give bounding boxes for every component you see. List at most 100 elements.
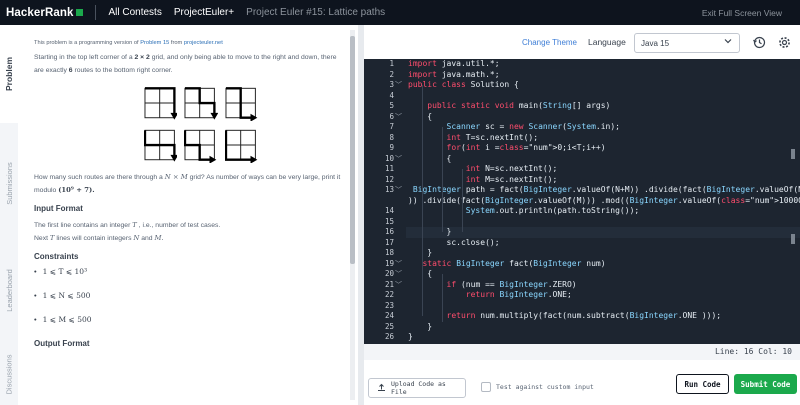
- fold-chevron-icon[interactable]: ﹀: [395, 112, 405, 123]
- fold-chevron-icon[interactable]: ﹀: [395, 259, 405, 270]
- lattice-path-1: [144, 87, 178, 120]
- code-line: 11 int N=sc.nextInt();: [364, 164, 800, 175]
- question-text-a: How many such routes are there through a: [34, 174, 163, 181]
- output-format-heading: Output Format: [34, 339, 90, 348]
- line-number: 16: [384, 227, 394, 236]
- editor-scroll-marker[interactable]: [791, 149, 795, 159]
- problem-scrollbar[interactable]: [350, 30, 355, 400]
- submit-code-button[interactable]: Submit Code: [734, 374, 797, 394]
- code-text: Scanner sc = new Scanner(System.in);: [446, 122, 620, 131]
- code-text: return BigInteger.ONE;: [465, 290, 572, 299]
- tab-problem[interactable]: Problem: [0, 25, 18, 123]
- constraint-item: 1 ⩽ M ⩽ 500: [34, 315, 348, 324]
- code-line: 7 Scanner sc = new Scanner(System.in);: [364, 122, 800, 133]
- line-number: 4: [389, 90, 394, 100]
- code-text: }: [408, 332, 413, 341]
- custom-input-option[interactable]: Test against custom input: [481, 382, 594, 392]
- line-number: 20: [384, 269, 394, 278]
- nav-all-contests[interactable]: All Contests: [108, 7, 161, 18]
- code-line: 10 ﹀ {: [364, 154, 800, 165]
- code-line: 20 ﹀ {: [364, 269, 800, 280]
- input-line2-and: and: [141, 235, 153, 242]
- code-text: if (num == BigInteger.ZERO): [446, 279, 577, 289]
- code-line: 4: [364, 91, 800, 102]
- code-text: {: [408, 111, 433, 121]
- line-number: 1: [389, 59, 394, 68]
- code-line: 3﹀public class Solution {: [364, 80, 800, 91]
- tab-discussions[interactable]: Discussions: [0, 343, 18, 405]
- editor-actions: Upload Code as File Test against custom …: [364, 360, 800, 405]
- fold-chevron-icon[interactable]: ﹀: [395, 154, 405, 165]
- code-editor[interactable]: 1 import java.util.*; 2 import java.math.*;…: [364, 59, 800, 344]
- problem-15-link[interactable]: Problem 15: [140, 40, 169, 46]
- intro-grid-size: 2 × 2: [134, 54, 150, 61]
- constraint-item: 1 ⩽ N ⩽ 500: [34, 291, 348, 300]
- input-line1-text-a: The first line contains an integer: [34, 222, 131, 229]
- change-theme-button[interactable]: Change Theme: [522, 38, 577, 47]
- gear-icon[interactable]: [776, 34, 792, 50]
- top-nav: HackerRank All Contests ProjectEuler+ Pr…: [0, 0, 800, 25]
- editor-scroll-marker[interactable]: [791, 234, 795, 244]
- custom-input-checkbox[interactable]: [481, 382, 491, 392]
- lattice-path-4: [144, 129, 178, 162]
- lattice-row-2: [144, 129, 258, 163]
- lattice-path-2: [184, 87, 218, 120]
- line-number: 19: [384, 258, 394, 268]
- input-format-line1: The first line contains an integer T , i…: [34, 219, 348, 232]
- run-code-button[interactable]: Run Code: [676, 374, 729, 394]
- problem-scrollbar-thumb[interactable]: [350, 36, 355, 264]
- fold-chevron-icon[interactable]: ﹀: [395, 80, 405, 91]
- chevron-down-icon: [724, 37, 732, 47]
- code-line: 15: [364, 217, 800, 228]
- input-format-line2: Next T lines will contain integers N and…: [34, 232, 348, 245]
- hackerrank-logo[interactable]: HackerRank: [0, 7, 84, 19]
- projecteuler-link[interactable]: projecteuler.net: [184, 40, 223, 46]
- question-grid: N × M: [164, 173, 188, 181]
- code-line: 18 }: [364, 248, 800, 259]
- line-number: 10: [384, 153, 394, 163]
- code-line: 21 ﹀ if (num == BigInteger.ZERO): [364, 280, 800, 291]
- tab-submissions[interactable]: Submissions: [0, 133, 18, 233]
- lattice-path-illustration: [144, 87, 258, 163]
- tab-discussions-label: Discussions: [4, 353, 14, 395]
- language-select[interactable]: Java 15: [634, 33, 740, 53]
- lattice-path-5: [184, 129, 217, 163]
- indent-guide: [442, 274, 443, 322]
- line-number: 5: [389, 101, 394, 110]
- code-text: public static void main(String[] args): [427, 101, 611, 110]
- source-note: This problem is a programming version of…: [34, 40, 348, 46]
- code-text: )) .divide(fact(BigInteger.valueOf(M))) …: [408, 195, 800, 205]
- fold-chevron-icon[interactable]: ﹀: [395, 280, 405, 291]
- tab-leaderboard[interactable]: Leaderboard: [0, 240, 18, 340]
- input-line2-text-a: Next: [34, 235, 48, 242]
- fold-chevron-icon[interactable]: ﹀: [395, 185, 405, 196]
- code-line: 26}: [364, 332, 800, 343]
- code-text: public class Solution {: [408, 80, 519, 89]
- input-line2-var: T: [49, 234, 55, 242]
- line-number: 23: [384, 300, 394, 310]
- code-text: {: [408, 269, 433, 278]
- code-line: 6 ﹀ {: [364, 112, 800, 123]
- history-icon[interactable]: [751, 34, 767, 50]
- code-line: 22 return BigInteger.ONE;: [364, 290, 800, 301]
- code-line: 5 public static void main(String[] args): [364, 101, 800, 112]
- upload-code-button[interactable]: Upload Code as File: [368, 378, 466, 398]
- input-line2-m: M.: [154, 234, 164, 242]
- constraints-list: 1 ⩽ T ⩽ 10³ 1 ⩽ N ⩽ 500 1 ⩽ M ⩽ 500: [34, 267, 348, 324]
- cursor-position-status: Line: 16 Col: 10: [364, 344, 800, 360]
- lattice-path-3: [225, 87, 258, 121]
- code-line: 12 int M=sc.nextInt();: [364, 175, 800, 186]
- code-text: import java.util.*;: [408, 59, 500, 68]
- fold-chevron-icon[interactable]: ﹀: [395, 269, 405, 280]
- code-text: int M=sc.nextInt();: [465, 174, 558, 184]
- input-line1-text-b: , i.e., number of test cases.: [138, 222, 221, 229]
- nav-contest-projecteuler[interactable]: ProjectEuler+: [174, 7, 234, 18]
- code-text: import java.math.*;: [408, 69, 500, 79]
- code-line: 14 System.out.println(path.toString());: [364, 206, 800, 217]
- exit-fullscreen-link[interactable]: Exit Full Screen View: [702, 8, 782, 18]
- intro-text-c: routes to the bottom right corner.: [74, 67, 173, 74]
- language-label: Language: [588, 37, 626, 47]
- code-line: 16 }: [364, 227, 800, 238]
- tab-submissions-label: Submissions: [4, 161, 14, 205]
- line-number: 9: [389, 143, 394, 152]
